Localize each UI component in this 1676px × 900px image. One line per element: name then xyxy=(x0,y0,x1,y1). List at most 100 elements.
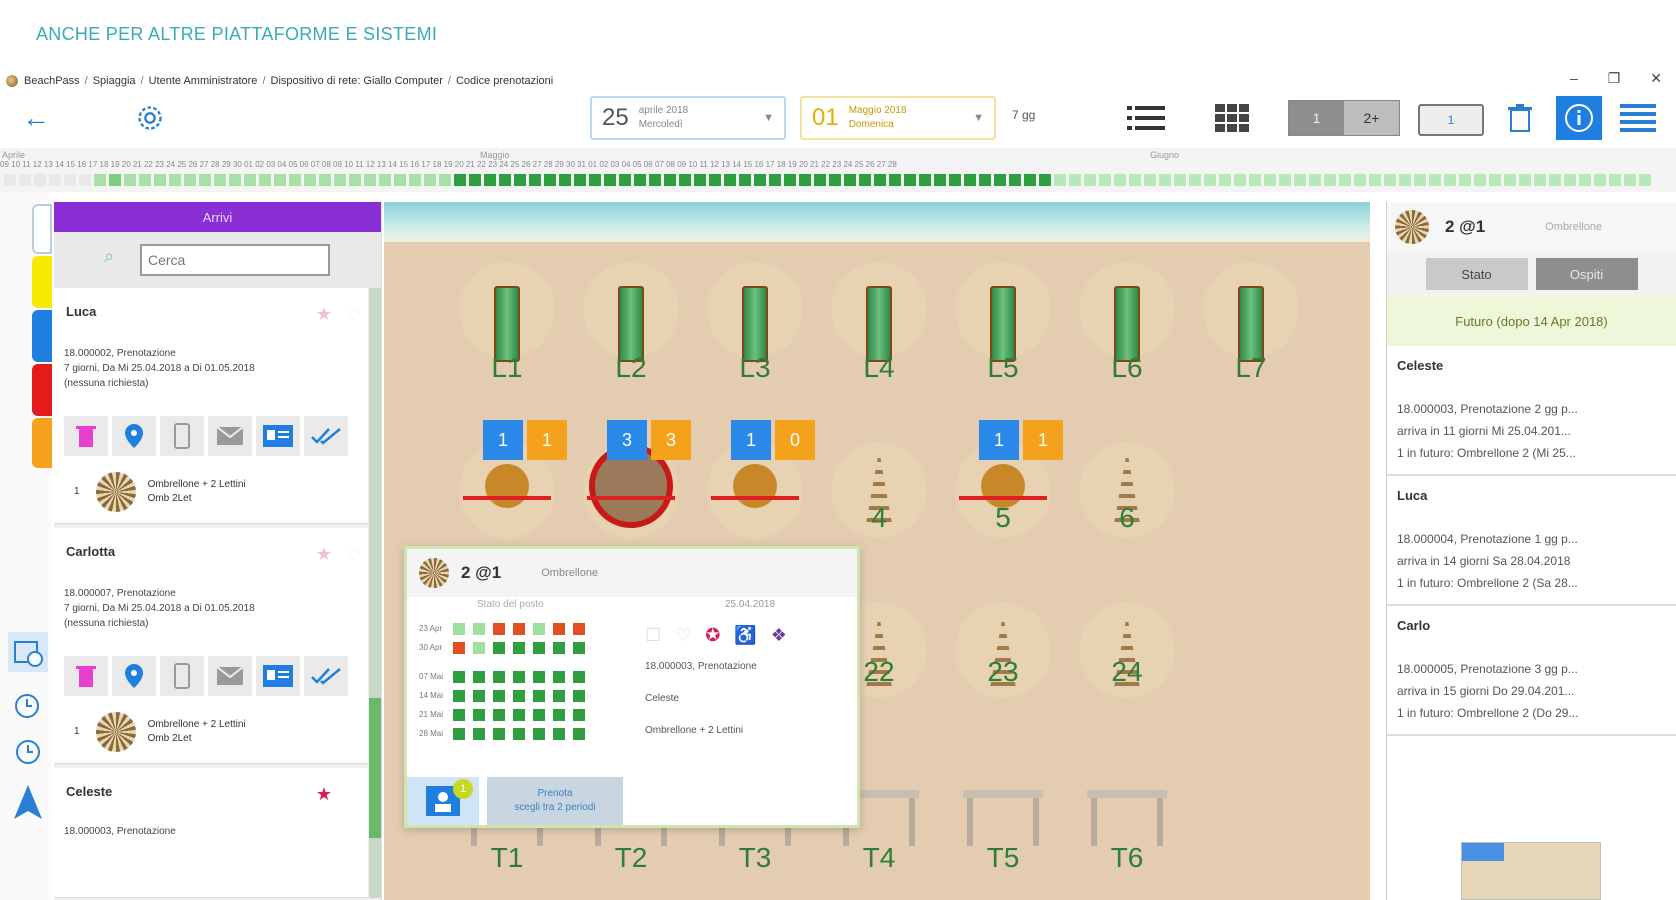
availability-cell[interactable] xyxy=(493,670,505,683)
timeline-day-cell[interactable] xyxy=(64,174,76,186)
timeline-day-cell[interactable] xyxy=(604,174,616,186)
date-to-picker[interactable]: 01 Maggio 2018 Domenica ▼ xyxy=(800,96,996,140)
availability-cell[interactable] xyxy=(453,708,465,721)
restore-button[interactable]: ❐ xyxy=(1608,70,1621,87)
availability-cell[interactable] xyxy=(473,622,485,635)
availability-cell[interactable] xyxy=(473,689,485,702)
availability-cell[interactable] xyxy=(493,622,505,635)
timeline-day-cell[interactable] xyxy=(1429,174,1441,186)
availability-cell[interactable] xyxy=(453,641,465,654)
timeline-day-cell[interactable] xyxy=(544,174,556,186)
timeline-day-cell[interactable] xyxy=(1114,174,1126,186)
breadcrumb-item[interactable]: BeachPass xyxy=(24,75,80,87)
tab-ospiti[interactable]: Ospiti xyxy=(1535,258,1638,290)
timeline-day-cell[interactable] xyxy=(1099,174,1111,186)
id-card-icon[interactable] xyxy=(256,416,300,456)
timeline-day-cell[interactable] xyxy=(1069,174,1081,186)
availability-cell[interactable] xyxy=(473,670,485,683)
timeline-day-cell[interactable] xyxy=(559,174,571,186)
rail-tab-red[interactable] xyxy=(32,364,52,416)
gazebo-icon[interactable] xyxy=(1087,790,1167,846)
double-check-icon[interactable] xyxy=(304,656,348,696)
timeline-day-cell[interactable] xyxy=(1174,174,1186,186)
timeline-day-cell[interactable] xyxy=(1324,174,1336,186)
availability-cell[interactable] xyxy=(493,641,505,654)
timeline-day-cell[interactable] xyxy=(1594,174,1606,186)
timeline-day-cell[interactable] xyxy=(769,174,781,186)
timeline-day-cell[interactable] xyxy=(1279,174,1291,186)
book-periods-button[interactable]: Prenota scegli tra 2 periodi xyxy=(487,777,623,825)
timeline-day-cell[interactable] xyxy=(1489,174,1501,186)
timeline-day-cell[interactable] xyxy=(304,174,316,186)
timeline-day-cell[interactable] xyxy=(259,174,271,186)
availability-cell[interactable] xyxy=(513,641,525,654)
timeline-day-cell[interactable] xyxy=(589,174,601,186)
calendar-clock-icon[interactable] xyxy=(8,632,48,672)
timeline-day-cell[interactable] xyxy=(1444,174,1456,186)
availability-cell[interactable] xyxy=(533,689,545,702)
availability-cell[interactable] xyxy=(573,670,585,683)
list-item[interactable]: Carlotta ★ ♡ 18.000007, Prenotazione 7 gi… xyxy=(54,528,368,764)
timeline-day-cell[interactable] xyxy=(1204,174,1216,186)
timeline-day-cell[interactable] xyxy=(904,174,916,186)
paw-icon[interactable]: ❖ xyxy=(771,625,787,646)
timeline-day-cell[interactable] xyxy=(349,174,361,186)
navigate-arrow-icon[interactable] xyxy=(8,782,48,822)
timeline-day-cell[interactable] xyxy=(1384,174,1396,186)
availability-cell[interactable] xyxy=(513,622,525,635)
seg-option-2plus[interactable]: 2+ xyxy=(1344,101,1399,135)
timeline-cells[interactable] xyxy=(4,174,1651,186)
timeline-day-cell[interactable] xyxy=(439,174,451,186)
availability-cell[interactable] xyxy=(573,727,585,740)
sunbed-icon[interactable] xyxy=(494,286,520,362)
star-icon[interactable]: ★ xyxy=(316,544,332,565)
timeline-day-cell[interactable] xyxy=(1084,174,1096,186)
minimap[interactable] xyxy=(1461,842,1601,900)
timeline-day-cell[interactable] xyxy=(319,174,331,186)
timeline-day-cell[interactable] xyxy=(799,174,811,186)
timeline-day-cell[interactable] xyxy=(454,174,466,186)
timeline-day-cell[interactable] xyxy=(1549,174,1561,186)
info-icon[interactable] xyxy=(1556,96,1602,140)
timeline-day-cell[interactable] xyxy=(1294,174,1306,186)
availability-cell[interactable] xyxy=(553,708,565,721)
location-pin-icon[interactable] xyxy=(112,656,156,696)
timeline-day-cell[interactable] xyxy=(724,174,736,186)
timeline-day-cell[interactable] xyxy=(1624,174,1636,186)
email-icon[interactable] xyxy=(208,656,252,696)
search-input[interactable] xyxy=(140,244,330,276)
gear-icon[interactable] xyxy=(136,104,164,132)
email-icon[interactable] xyxy=(208,416,252,456)
availability-cell[interactable] xyxy=(513,689,525,702)
star-icon[interactable]: ★ xyxy=(316,784,332,805)
availability-cell[interactable] xyxy=(553,622,565,635)
availability-cell[interactable] xyxy=(493,689,505,702)
gazebo-icon[interactable] xyxy=(963,790,1043,846)
timeline-day-cell[interactable] xyxy=(79,174,91,186)
availability-cell[interactable] xyxy=(533,622,545,635)
list-scrollbar[interactable] xyxy=(369,288,381,898)
availability-cell[interactable] xyxy=(493,727,505,740)
heart-icon[interactable]: ♡ xyxy=(675,625,691,646)
timeline-day-cell[interactable] xyxy=(994,174,1006,186)
availability-cell[interactable] xyxy=(473,641,485,654)
timeline-day-cell[interactable] xyxy=(1519,174,1531,186)
availability-cell[interactable] xyxy=(453,689,465,702)
timeline-day-cell[interactable] xyxy=(1459,174,1471,186)
timeline-day-cell[interactable] xyxy=(139,174,151,186)
breadcrumb-item[interactable]: Dispositivo di rete: Giallo Computer xyxy=(271,75,443,87)
availability-cell[interactable] xyxy=(573,708,585,721)
timeline-day-cell[interactable] xyxy=(49,174,61,186)
guest-list-item[interactable]: Luca 18.000004, Prenotazione 1 gg p... a… xyxy=(1387,476,1676,606)
timeline-day-cell[interactable] xyxy=(1189,174,1201,186)
timeline-day-cell[interactable] xyxy=(379,174,391,186)
rail-tab-blue[interactable] xyxy=(32,310,52,362)
availability-cell[interactable] xyxy=(533,727,545,740)
availability-cell[interactable] xyxy=(553,641,565,654)
star-icon[interactable]: ✪ xyxy=(705,625,720,646)
timeline-day-cell[interactable] xyxy=(19,174,31,186)
timeline-day-cell[interactable] xyxy=(4,174,16,186)
timeline-day-cell[interactable] xyxy=(1369,174,1381,186)
rail-tab-orange[interactable] xyxy=(32,418,52,468)
timeline-day-cell[interactable] xyxy=(364,174,376,186)
